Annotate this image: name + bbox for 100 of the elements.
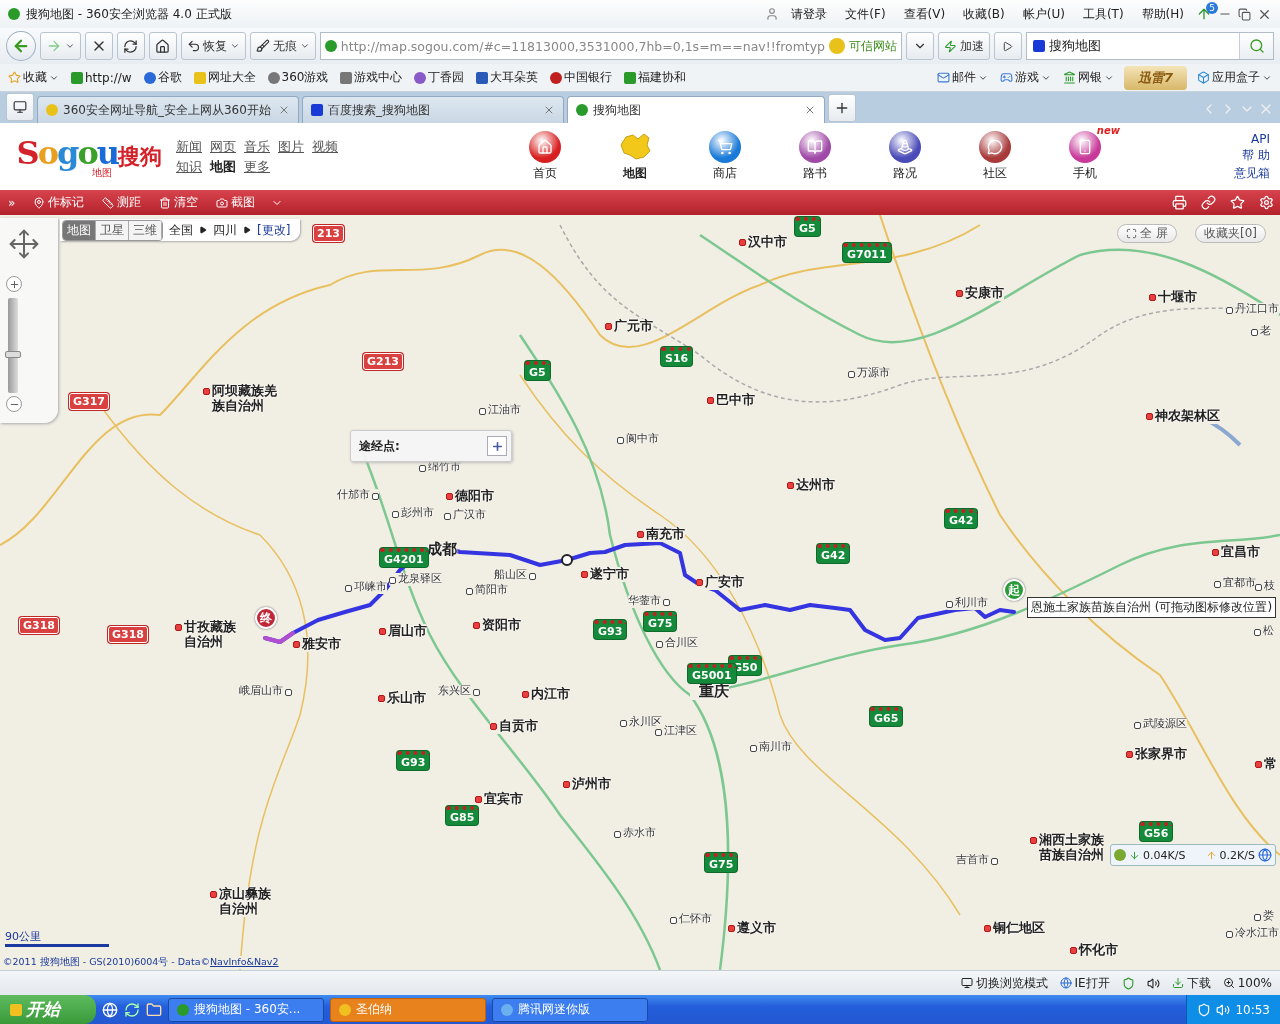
- restore-tab-button[interactable]: 恢复: [180, 32, 247, 60]
- region-breadcrumb[interactable]: 全国: [169, 221, 193, 239]
- map-type-tab[interactable]: 卫星: [96, 220, 129, 240]
- nav-item[interactable]: 路书: [792, 131, 838, 182]
- status-bar-item[interactable]: IE打开: [1059, 974, 1110, 992]
- status-bar-item[interactable]: 下载: [1171, 974, 1211, 992]
- zoom-slider-thumb[interactable]: [5, 350, 21, 358]
- update-icon[interactable]: [1196, 6, 1212, 22]
- waypoint-icon[interactable]: [561, 554, 573, 566]
- taskbar-button[interactable]: 腾讯网迷你版: [492, 997, 648, 1022]
- china-map-icon: [618, 131, 652, 163]
- fullscreen-button[interactable]: 全 屏: [1117, 224, 1177, 243]
- map-tool-button[interactable]: 测距: [100, 194, 144, 211]
- browser-icon[interactable]: [1258, 848, 1272, 862]
- bookmark-item[interactable]: 邮件: [934, 69, 990, 86]
- menu-item[interactable]: 查看(V): [897, 5, 952, 23]
- new-tab-button[interactable]: [828, 94, 856, 122]
- bookmark-item[interactable]: 丁香园: [412, 69, 467, 86]
- browser-tab[interactable]: 百度搜索_搜狗地图: [302, 96, 564, 123]
- bookmark-item[interactable]: 360游戏: [265, 69, 331, 86]
- site-link[interactable]: 视频: [312, 137, 338, 156]
- link-icon[interactable]: [1201, 195, 1216, 210]
- back-button[interactable]: [6, 31, 36, 61]
- zoom-out-button[interactable]: [6, 396, 22, 412]
- add-waypoint-button[interactable]: [487, 436, 507, 456]
- map-tool-button[interactable]: 清空: [157, 194, 201, 211]
- volume-icon[interactable]: [1146, 976, 1160, 990]
- zoom-in-button[interactable]: [6, 276, 22, 292]
- restore-window-icon[interactable]: [1238, 7, 1251, 21]
- browser-tab[interactable]: 360安全网址导航_安全上网从360开始: [37, 96, 299, 123]
- taskbar-button[interactable]: 搜狗地图 - 360安...: [168, 997, 324, 1022]
- refresh-button[interactable]: [116, 32, 145, 60]
- quick-launch-icon[interactable]: [146, 1001, 162, 1018]
- bookmark-item[interactable]: 大耳朵英: [474, 69, 541, 86]
- trusted-site-label[interactable]: 可信网站: [849, 37, 898, 55]
- favorites-button[interactable]: 收藏夹[0]: [1195, 224, 1266, 243]
- logo-chinese[interactable]: 搜狗: [118, 141, 162, 172]
- header-link[interactable]: API: [1251, 131, 1270, 146]
- print-icon[interactable]: [1172, 195, 1187, 210]
- bookmark-item[interactable]: 中国银行: [548, 69, 615, 86]
- search-button[interactable]: [1239, 33, 1273, 59]
- nav-item[interactable]: 商店: [702, 131, 748, 182]
- nav-item[interactable]: 首页: [522, 131, 568, 182]
- speedup-button[interactable]: 加速: [938, 32, 990, 60]
- site-link[interactable]: 新闻: [176, 137, 202, 156]
- sidebar-toggle-button[interactable]: [6, 93, 34, 121]
- map-drawing[interactable]: [0, 215, 1280, 970]
- menu-item[interactable]: 帐户(U): [1016, 5, 1071, 23]
- bookmark-item[interactable]: 游戏中心: [338, 69, 405, 86]
- map-tool-button[interactable]: 截图: [214, 194, 258, 211]
- bookmark-item[interactable]: 福建协和: [622, 69, 689, 86]
- bookmark-item[interactable]: 网址大全: [191, 69, 258, 86]
- data-source-link[interactable]: NavInfo&Nav2: [210, 956, 279, 967]
- bookmark-item[interactable]: 应用盒子: [1195, 69, 1274, 86]
- nav-item[interactable]: 路况: [882, 131, 928, 182]
- menu-item[interactable]: 帮助(H): [1135, 5, 1190, 23]
- status-bar-item[interactable]: 100%: [1222, 976, 1272, 990]
- menu-item[interactable]: 工具(T): [1076, 5, 1130, 23]
- nav-item[interactable]: 社区: [972, 131, 1018, 182]
- home-button[interactable]: [148, 32, 177, 60]
- change-region-link[interactable]: [更改]: [257, 221, 291, 239]
- map-type-tab[interactable]: 地图: [63, 220, 96, 240]
- menu-item[interactable]: 收藏(B): [957, 5, 1011, 23]
- zoom-slider[interactable]: [8, 298, 18, 393]
- shield-icon[interactable]: [1197, 1002, 1212, 1017]
- region-breadcrumb[interactable]: 四川: [213, 221, 237, 239]
- address-field[interactable]: http://map.sogou.com/#c=11813000,3531000,7hb=0,1s=m==nav!!fromtyp 可信网站: [319, 32, 903, 60]
- quick-launch-icon[interactable]: [102, 1001, 118, 1018]
- close-icon[interactable]: [804, 104, 816, 116]
- site-link[interactable]: 更多: [244, 157, 270, 176]
- bookmark-item[interactable]: 谷歌: [141, 69, 184, 86]
- map-type-tab[interactable]: 三维: [129, 220, 162, 240]
- bookmark-item[interactable]: 收藏: [6, 69, 61, 86]
- settings-icon[interactable]: [1259, 195, 1274, 210]
- close-icon[interactable]: [543, 104, 555, 116]
- site-link[interactable]: 知识: [176, 157, 202, 176]
- bookmark-item[interactable]: http://w: [69, 70, 134, 85]
- incognito-button[interactable]: 无痕: [250, 32, 316, 60]
- favorite-icon[interactable]: [1230, 195, 1245, 210]
- site-link[interactable]: 图片: [278, 137, 304, 156]
- close-icon[interactable]: [278, 104, 290, 116]
- browser-tab[interactable]: 搜狗地图: [567, 96, 825, 123]
- expand-button[interactable]: »: [6, 195, 18, 210]
- download-manager-button[interactable]: 迅雷7: [1123, 65, 1187, 90]
- status-bar-item[interactable]: 切换浏览模式: [960, 974, 1048, 992]
- header-link[interactable]: 意见箱: [1234, 164, 1270, 182]
- quick-launch-icon[interactable]: [124, 1001, 140, 1018]
- shield-icon[interactable]: [1121, 976, 1135, 990]
- site-link[interactable]: 音乐: [244, 137, 270, 156]
- map-tool-button[interactable]: 作标记: [31, 194, 87, 211]
- nav-item[interactable]: 地图: [612, 131, 658, 182]
- site-link[interactable]: 网页: [210, 137, 236, 156]
- login-link[interactable]: 请登录: [785, 5, 834, 23]
- header-link[interactable]: 帮 助: [1242, 146, 1270, 164]
- go-button[interactable]: [993, 32, 1022, 60]
- site-link[interactable]: 地图: [210, 157, 236, 176]
- search-field[interactable]: 搜狗地图: [1025, 32, 1274, 60]
- menu-item[interactable]: 文件(F): [839, 5, 892, 23]
- bookmark-item[interactable]: 网银: [1060, 69, 1116, 86]
- bookmark-item[interactable]: 游戏: [997, 69, 1053, 86]
